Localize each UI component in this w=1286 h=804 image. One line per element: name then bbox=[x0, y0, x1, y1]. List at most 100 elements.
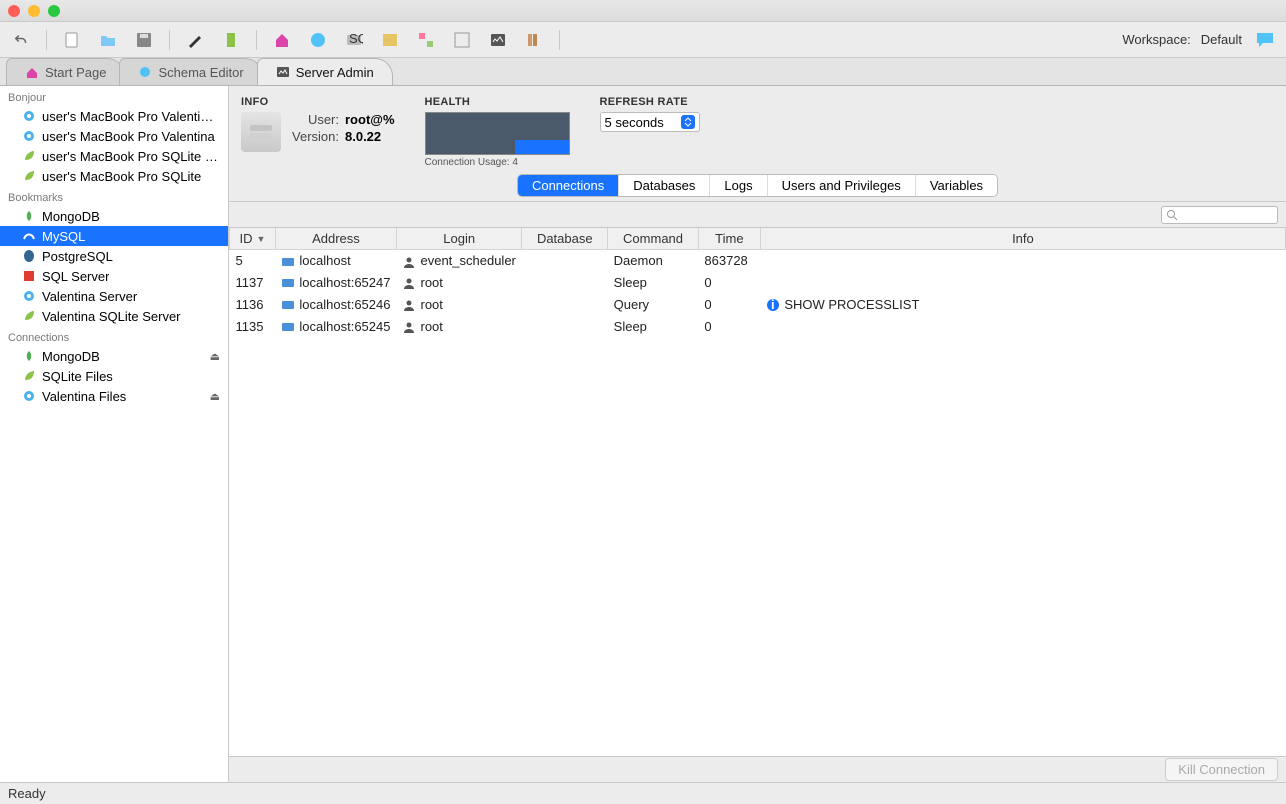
segment-connections[interactable]: Connections bbox=[518, 175, 619, 196]
cell-command: Query bbox=[608, 294, 699, 316]
column-header-address[interactable]: Address bbox=[275, 228, 396, 250]
cell-database bbox=[522, 250, 608, 272]
tab-label: Start Page bbox=[45, 65, 106, 80]
sidebar-item[interactable]: SQLite Files bbox=[0, 366, 228, 386]
eject-icon[interactable]: ⏏ bbox=[210, 390, 220, 403]
minimize-button[interactable] bbox=[28, 5, 40, 17]
user-value: root@% bbox=[345, 112, 395, 127]
table-row[interactable]: 1135localhost:65245rootSleep0 bbox=[230, 316, 1286, 338]
cell-id: 1137 bbox=[230, 272, 276, 294]
sidebar-item[interactable]: user's MacBook Pro SQLite (SSL) bbox=[0, 146, 228, 166]
tab-schema-editor[interactable]: Schema Editor bbox=[119, 58, 262, 85]
bookmark-button[interactable] bbox=[218, 27, 244, 53]
cell-id: 1135 bbox=[230, 316, 276, 338]
sidebar-section-header: Connections bbox=[0, 326, 228, 346]
sidebar-item[interactable]: SQL Server bbox=[0, 266, 228, 286]
refresh-rate-value: 5 seconds bbox=[605, 115, 677, 130]
folder-icon bbox=[99, 31, 117, 49]
new-file-button[interactable] bbox=[59, 27, 85, 53]
cell-time: 0 bbox=[698, 294, 760, 316]
sidebar-section-header: Bonjour bbox=[0, 86, 228, 106]
sidebar-item-label: user's MacBook Pro Valentina (S... bbox=[42, 109, 220, 124]
table-row[interactable]: 1137localhost:65247rootSleep0 bbox=[230, 272, 1286, 294]
cell-id: 1136 bbox=[230, 294, 276, 316]
sidebar-item[interactable]: Valentina Server bbox=[0, 286, 228, 306]
svg-text:i: i bbox=[771, 298, 775, 312]
library-icon bbox=[525, 31, 543, 49]
segment-variables[interactable]: Variables bbox=[916, 175, 997, 196]
sidebar-item[interactable]: MongoDB⏏ bbox=[0, 346, 228, 366]
column-header-command[interactable]: Command bbox=[608, 228, 699, 250]
view-button[interactable] bbox=[449, 27, 475, 53]
segment-databases[interactable]: Databases bbox=[619, 175, 710, 196]
chevron-updown-icon bbox=[681, 115, 695, 129]
kill-connection-button[interactable]: Kill Connection bbox=[1165, 758, 1278, 781]
health-caption: Connection Usage: 4 bbox=[425, 157, 570, 168]
server-admin-button[interactable] bbox=[485, 27, 511, 53]
sidebar-item-label: Valentina Server bbox=[42, 289, 137, 304]
segment-users-and-privileges[interactable]: Users and Privileges bbox=[768, 175, 916, 196]
tab-server-admin[interactable]: Server Admin bbox=[257, 58, 393, 85]
sql-button[interactable]: SQL bbox=[341, 27, 367, 53]
table-row[interactable]: 1136localhost:65246rootQuery0iSHOW PROCE… bbox=[230, 294, 1286, 316]
window-titlebar bbox=[0, 0, 1286, 22]
health-chart bbox=[425, 112, 570, 155]
info-block: INFO User:root@% Version:8.0.22 bbox=[241, 96, 395, 168]
cell-info bbox=[760, 316, 1285, 338]
refresh-rate-select[interactable]: 5 seconds bbox=[600, 112, 700, 132]
info-icon: i bbox=[766, 298, 780, 312]
segment-logs[interactable]: Logs bbox=[710, 175, 767, 196]
maximize-button[interactable] bbox=[48, 5, 60, 17]
column-header-database[interactable]: Database bbox=[522, 228, 608, 250]
schema-button[interactable] bbox=[305, 27, 331, 53]
home-button[interactable] bbox=[269, 27, 295, 53]
column-header-login[interactable]: Login bbox=[396, 228, 521, 250]
cell-login: root bbox=[396, 272, 521, 294]
table-row[interactable]: 5localhostevent_schedulerDaemon863728 bbox=[230, 250, 1286, 272]
sidebar-item[interactable]: user's MacBook Pro Valentina bbox=[0, 126, 228, 146]
save-icon bbox=[135, 31, 153, 49]
relations-button[interactable] bbox=[413, 27, 439, 53]
sidebar-item[interactable]: user's MacBook Pro Valentina (S... bbox=[0, 106, 228, 126]
sidebar-item[interactable]: user's MacBook Pro SQLite bbox=[0, 166, 228, 186]
sidebar-item-label: Valentina SQLite Server bbox=[42, 309, 181, 324]
column-header-time[interactable]: Time bbox=[698, 228, 760, 250]
sidebar-item-label: user's MacBook Pro SQLite bbox=[42, 169, 201, 184]
cell-time: 0 bbox=[698, 316, 760, 338]
sidebar-item[interactable]: PostgreSQL bbox=[0, 246, 228, 266]
feedback-button[interactable] bbox=[1252, 27, 1278, 53]
save-button[interactable] bbox=[131, 27, 157, 53]
undo-button[interactable] bbox=[8, 27, 34, 53]
version-label: Version: bbox=[289, 129, 339, 144]
workspace-value[interactable]: Default bbox=[1201, 32, 1242, 47]
sidebar-item-label: PostgreSQL bbox=[42, 249, 113, 264]
bookmark-icon bbox=[222, 31, 240, 49]
relations-icon bbox=[417, 31, 435, 49]
sidebar-item[interactable]: Valentina Files⏏ bbox=[0, 386, 228, 406]
data-button[interactable] bbox=[377, 27, 403, 53]
sidebar-item[interactable]: MongoDB bbox=[0, 206, 228, 226]
tab-start-page[interactable]: Start Page bbox=[6, 58, 125, 85]
speech-icon bbox=[1255, 31, 1275, 49]
column-header-id[interactable]: ID▼ bbox=[230, 228, 276, 250]
data-icon bbox=[381, 31, 399, 49]
cell-info: iSHOW PROCESSLIST bbox=[760, 294, 1285, 316]
sidebar-item[interactable]: Valentina SQLite Server bbox=[0, 306, 228, 326]
open-folder-button[interactable] bbox=[95, 27, 121, 53]
cell-address: localhost:65245 bbox=[275, 316, 396, 338]
sidebar-item-label: SQL Server bbox=[42, 269, 109, 284]
brush-button[interactable] bbox=[182, 27, 208, 53]
host-icon bbox=[281, 320, 295, 334]
sidebar-item-label: MySQL bbox=[42, 229, 85, 244]
sidebar-item-label: SQLite Files bbox=[42, 369, 113, 384]
host-icon bbox=[281, 255, 295, 269]
column-header-info[interactable]: Info bbox=[760, 228, 1285, 250]
sql-icon: SQL bbox=[345, 31, 363, 49]
cell-database bbox=[522, 272, 608, 294]
eject-icon[interactable]: ⏏ bbox=[210, 350, 220, 363]
filter-input[interactable] bbox=[1161, 206, 1278, 224]
refresh-heading: REFRESH RATE bbox=[600, 96, 700, 108]
close-button[interactable] bbox=[8, 5, 20, 17]
sidebar-item[interactable]: MySQL bbox=[0, 226, 228, 246]
library-button[interactable] bbox=[521, 27, 547, 53]
